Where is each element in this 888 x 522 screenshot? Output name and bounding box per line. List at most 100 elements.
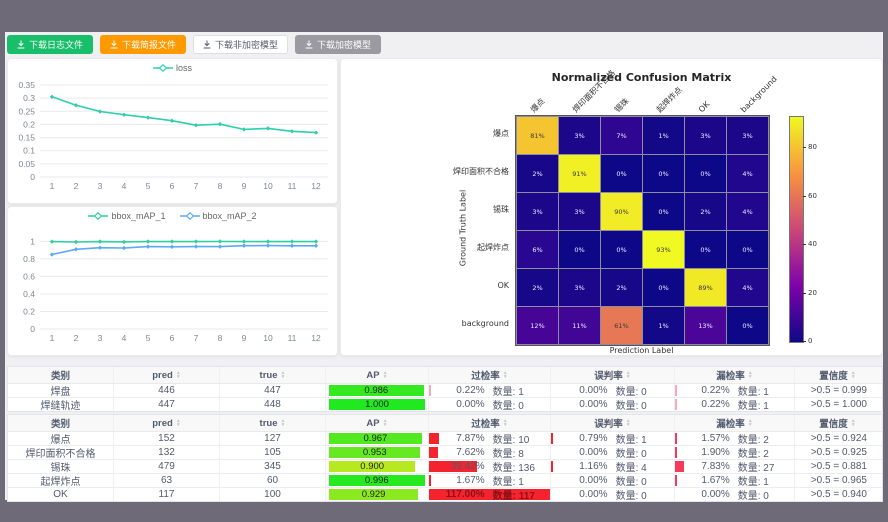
sort-caret-icon[interactable]: ▲▼ [176,371,181,379]
column-header-true[interactable]: true▲▼ [220,367,326,383]
confidence-cell: >0.5 = 1.000 [795,398,880,411]
pred-cell: 152 [114,432,220,445]
sort-caret-icon[interactable]: ▲▼ [748,419,753,427]
true-cell: 60 [220,474,326,487]
column-header-过检率[interactable]: 过检率▲▼ [429,415,551,431]
sort-caret-icon[interactable]: ▲▼ [503,371,508,379]
legend-item-bbox_mAP_1[interactable]: bbox_mAP_1 [88,211,165,221]
column-header-置信度[interactable]: 置信度▲▼ [795,367,880,383]
svg-text:0.25: 0.25 [18,106,35,116]
svg-text:1: 1 [30,236,35,246]
rate-count: 数量: 136 [493,460,535,473]
matrix-cell: 0% [643,155,684,192]
column-header-ap[interactable]: AP▲▼ [326,367,429,383]
legend-marker-icon [153,64,173,72]
svg-text:2: 2 [74,333,79,343]
class-cell: OK [8,488,114,501]
sort-caret-icon[interactable]: ▲▼ [626,371,631,379]
rate-cell: 0.00%数量: 0 [551,384,675,397]
svg-text:11: 11 [288,181,297,191]
rate-count: 数量: 1 [493,384,524,397]
table-row: 焊盘4464470.9860.22%数量: 10.00%数量: 00.22%数量… [8,384,882,398]
svg-text:3: 3 [98,333,103,343]
download-log-button[interactable]: 下载日志文件 [7,35,93,54]
column-header-过检率[interactable]: 过检率▲▼ [429,367,551,383]
sort-caret-icon[interactable]: ▲▼ [503,419,508,427]
download-encrypted-model-button[interactable]: 下载加密模型 [295,35,381,54]
sort-caret-icon[interactable]: ▲▼ [383,371,388,379]
column-header-pred[interactable]: pred▲▼ [114,415,220,431]
button-label: 下载日志文件 [29,38,83,51]
true-cell: 345 [220,460,326,473]
loss-chart-legend: loss [8,63,337,73]
matrix-cell: 0% [685,155,726,192]
matrix-row-label: 锡珠 [341,191,509,229]
column-header-误判率[interactable]: 误判率▲▼ [551,367,675,383]
matrix-col-label: 起焊炸点 [655,85,685,115]
svg-text:0.4: 0.4 [23,289,35,299]
rate-percent: 1.57% [675,433,730,444]
column-header-true[interactable]: true▲▼ [220,415,326,431]
rate-cell: 39.42%数量: 136 [429,460,551,473]
matrix-row-label: background [341,305,509,343]
legend-item-bbox_mAP_2[interactable]: bbox_mAP_2 [180,211,257,221]
confusion-matrix-title: Normalized Confusion Matrix [515,71,768,84]
ap-bar-track: 0.986 [329,385,425,396]
ap-bar-track: 0.967 [329,433,425,444]
svg-text:11: 11 [288,333,297,343]
matrix-cell: 0% [727,307,768,344]
svg-text:0.35: 0.35 [18,80,35,90]
rate-cell: 1.16%数量: 4 [551,460,675,473]
rate-count: 数量: 0 [493,398,524,411]
confidence-cell: >0.5 = 0.940 [795,488,880,501]
colorbar-tick-label: 60 [808,192,817,200]
map-chart-legend: bbox_mAP_1 bbox_mAP_2 [8,211,337,221]
pred-cell: 446 [114,384,220,397]
column-header-漏检率[interactable]: 漏检率▲▼ [675,415,795,431]
matrix-cell: 3% [685,117,726,154]
download-report-button[interactable]: 下载简报文件 [100,35,186,54]
sort-caret-icon[interactable]: ▲▼ [851,371,856,379]
download-unencrypted-model-button[interactable]: 下载非加密模型 [193,35,288,54]
sort-caret-icon[interactable]: ▲▼ [176,419,181,427]
column-header-ap[interactable]: AP▲▼ [326,415,429,431]
legend-item-loss[interactable]: loss [153,63,192,73]
pred-cell: 63 [114,474,220,487]
rate-percent: 7.83% [675,461,730,472]
rate-percent: 0.00% [551,489,608,500]
matrix-col-label: 爆点 [529,97,547,115]
ap-bar: 0.929 [329,489,418,500]
column-header-class: 类别 [8,367,114,383]
sort-caret-icon[interactable]: ▲▼ [851,419,856,427]
svg-text:12: 12 [311,333,321,343]
rate-cell: 1.67%数量: 1 [429,474,551,487]
column-header-误判率[interactable]: 误判率▲▼ [551,415,675,431]
sort-caret-icon[interactable]: ▲▼ [281,371,286,379]
matrix-cell: 61% [601,307,642,344]
legend-label: bbox_mAP_1 [111,211,165,221]
sort-caret-icon[interactable]: ▲▼ [626,419,631,427]
rate-percent: 0.22% [675,385,730,396]
column-header-置信度[interactable]: 置信度▲▼ [795,415,880,431]
matrix-row-label: OK [341,267,509,305]
matrix-cell: 3% [517,193,558,230]
svg-text:0.3: 0.3 [23,93,35,103]
pred-cell: 447 [114,398,220,411]
column-header-漏检率[interactable]: 漏检率▲▼ [675,367,795,383]
svg-text:6: 6 [170,333,175,343]
ap-bar: 0.967 [329,433,422,444]
svg-text:4: 4 [122,333,127,343]
matrix-cell: 7% [601,117,642,154]
svg-text:7: 7 [194,181,199,191]
button-label: 下载简报文件 [122,38,176,51]
rate-count: 数量: 1 [738,398,769,411]
rate-count: 数量: 117 [493,488,535,501]
column-header-pred[interactable]: pred▲▼ [114,367,220,383]
sort-caret-icon[interactable]: ▲▼ [748,371,753,379]
colorbar-tick-label: 80 [808,143,817,151]
column-header-label: 过检率 [471,368,500,382]
sort-caret-icon[interactable]: ▲▼ [383,419,388,427]
sort-caret-icon[interactable]: ▲▼ [281,419,286,427]
rate-percent: 7.87% [429,433,485,444]
loss-chart-card: loss 00.050.10.150.20.250.30.35123456789… [7,58,338,204]
